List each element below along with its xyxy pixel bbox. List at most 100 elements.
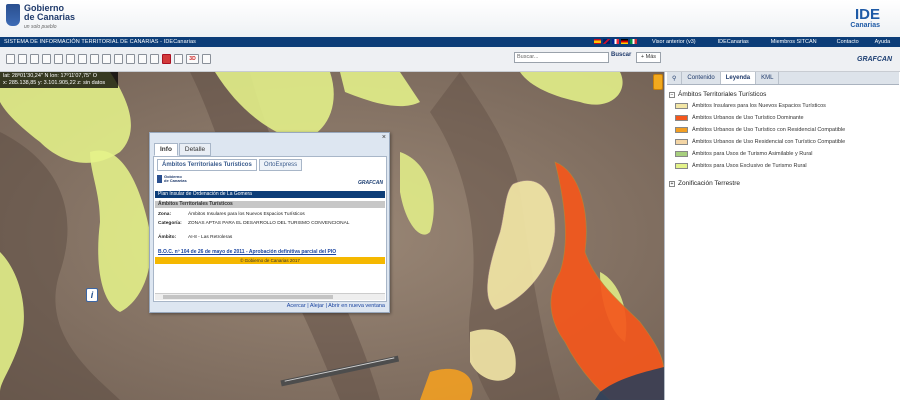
top-navbar: SISTEMA DE INFORMACIÓN TERRITORIAL DE CA… bbox=[0, 37, 900, 47]
nav-link-idecanarias[interactable]: IDECanarias bbox=[714, 39, 753, 45]
ambito-value: AI-8 - Las Retroleras bbox=[188, 235, 233, 240]
more-button[interactable]: + Más bbox=[636, 52, 661, 63]
group-title-ambitos: Ámbitos Territoriales Turísticos bbox=[678, 91, 767, 98]
flag-es-icon[interactable] bbox=[594, 39, 601, 44]
categoria-label: Categoría: bbox=[158, 221, 182, 226]
tab-kml[interactable]: KML bbox=[756, 72, 780, 84]
nav-links: Visor anterior (v3) IDECanarias Miembros… bbox=[648, 39, 894, 45]
subtab-ortoexpress[interactable]: OrtoExpress bbox=[258, 159, 303, 171]
popup-footer-links[interactable]: Acercar | Alejar | Abrir en nueva ventan… bbox=[287, 303, 385, 309]
draw-icon[interactable] bbox=[126, 54, 135, 64]
legend-label: Ámbitos Urbanos de Uso Residencial con T… bbox=[692, 139, 846, 145]
coords-latlon: lat: 28º01'30,24'' N lon: 17º11'07,75'' … bbox=[3, 73, 98, 79]
zona-value: Ámbitos Insulares para los Nuevos Espaci… bbox=[188, 212, 305, 217]
tab-info[interactable]: Info bbox=[154, 143, 178, 156]
pan-hand-icon[interactable] bbox=[42, 54, 51, 64]
legend-label: Ámbitos para Usos de Turismo Asimilable … bbox=[692, 151, 813, 157]
prev-view-icon[interactable] bbox=[66, 54, 75, 64]
map-toolbar: 3D bbox=[0, 47, 900, 72]
zona-label: Zona: bbox=[158, 212, 172, 217]
copyright-bar: © Gobierno de Canarias 2017 bbox=[155, 257, 385, 264]
row-zona: Zona: Ámbitos Insulares para los Nuevos … bbox=[158, 212, 305, 217]
legend-group-ambitos[interactable]: − Ámbitos Territoriales Turísticos bbox=[669, 91, 766, 98]
popup-subtabs: Ámbitos Territoriales Turísticos OrtoExp… bbox=[157, 159, 304, 171]
print-icon[interactable] bbox=[138, 54, 147, 64]
feature-info-popup: × Info Detalle Ámbitos Territoriales Tur… bbox=[149, 132, 390, 313]
tab-detalle[interactable]: Detalle bbox=[178, 143, 212, 156]
nav-link-ayuda[interactable]: Ayuda bbox=[871, 39, 895, 45]
share-icon[interactable] bbox=[202, 54, 211, 64]
legend-item: Ámbitos Urbanos de Uso Turístico con Res… bbox=[675, 127, 845, 133]
legend-item: Ámbitos Urbanos de Uso Residencial con T… bbox=[675, 139, 845, 145]
ide-logo-main: IDE bbox=[854, 6, 880, 23]
legend-label: Ámbitos Urbanos de Uso Turístico Dominan… bbox=[692, 115, 804, 121]
side-panel: ⚲ Contenido Leyenda KML − Ámbitos Territ… bbox=[664, 72, 900, 400]
nav-link-miembros[interactable]: Miembros SITCAN bbox=[767, 39, 821, 45]
legend-item: Ámbitos Urbanos de Uso Turístico Dominan… bbox=[675, 115, 804, 121]
coords-xyz: x: 285.138,85 y: 3.101.905,22 z: sin dat… bbox=[3, 80, 106, 86]
search-input[interactable]: Buscar... bbox=[514, 52, 609, 63]
zoom-in-icon[interactable] bbox=[18, 54, 27, 64]
info-marker-icon[interactable]: i bbox=[86, 288, 98, 302]
boc-link[interactable]: B.O.C. nº 104 de 26 de mayo de 2011 - Ap… bbox=[158, 249, 336, 255]
legend-item: Ámbitos para Usos de Turismo Asimilable … bbox=[675, 151, 812, 157]
popup-shield-icon bbox=[157, 175, 162, 183]
legend-swatch bbox=[675, 163, 688, 169]
next-view-icon[interactable] bbox=[78, 54, 87, 64]
flag-fr-icon[interactable] bbox=[612, 39, 619, 44]
print-doc-icon[interactable] bbox=[174, 54, 183, 64]
popup-grafcan-logo: GRAFCAN bbox=[358, 180, 383, 186]
gobierno-logo[interactable]: Gobierno de Canarias un solo pueblo bbox=[6, 4, 75, 30]
logo-line2: de Canarias bbox=[24, 12, 76, 22]
pegman-icon[interactable] bbox=[653, 74, 663, 90]
measure-area-icon[interactable] bbox=[102, 54, 111, 64]
categoria-value: ZONAS APTAS PARA EL DESARROLLO DEL TURIS… bbox=[188, 221, 350, 226]
collapse-icon[interactable]: − bbox=[669, 91, 675, 98]
grafcan-logo: GRAFCAN bbox=[857, 56, 892, 63]
legend-swatch bbox=[675, 103, 688, 109]
subtab-ambitos[interactable]: Ámbitos Territoriales Turísticos bbox=[157, 159, 257, 171]
row-ambito: Ámbito: AI-8 - Las Retroleras bbox=[158, 235, 232, 240]
legend-swatch bbox=[675, 151, 688, 157]
system-title: SISTEMA DE INFORMACIÓN TERRITORIAL DE CA… bbox=[4, 39, 197, 45]
view-3d-icon[interactable]: 3D bbox=[186, 54, 199, 64]
popup-tabs: Info Detalle bbox=[154, 143, 212, 156]
row-categoria: Categoría: ZONAS APTAS PARA EL DESARROLL… bbox=[158, 221, 349, 226]
flag-it-icon[interactable] bbox=[630, 39, 637, 44]
zoom-full-icon[interactable] bbox=[6, 54, 15, 64]
flag-en-icon[interactable] bbox=[603, 39, 610, 44]
language-flags bbox=[594, 39, 637, 44]
search-button[interactable]: Buscar bbox=[611, 52, 631, 58]
tab-contenido[interactable]: Contenido bbox=[682, 72, 721, 84]
location-icon[interactable] bbox=[162, 54, 171, 64]
scroll-thumb[interactable] bbox=[163, 295, 333, 299]
group-title-zonificacion: Zonificación Terrestre bbox=[678, 180, 741, 187]
legend-group-zonificacion[interactable]: + Zonificación Terrestre bbox=[669, 180, 740, 187]
profile-icon[interactable] bbox=[114, 54, 123, 64]
expand-icon[interactable]: + bbox=[669, 180, 675, 187]
logo-tagline: un solo pueblo bbox=[24, 24, 57, 30]
ide-logo-sub: Canarias bbox=[850, 22, 880, 29]
legend-swatch bbox=[675, 127, 688, 133]
popup-logo-line2: de Canarias bbox=[164, 178, 187, 183]
nav-link-contacto[interactable]: Contacto bbox=[833, 39, 863, 45]
ide-canarias-logo[interactable]: IDE Canarias bbox=[850, 7, 880, 29]
nav-link-visor-anterior[interactable]: Visor anterior (v3) bbox=[648, 39, 700, 45]
measure-line-icon[interactable] bbox=[90, 54, 99, 64]
legend-label: Ámbitos Insulares para los Nuevos Espaci… bbox=[692, 103, 826, 109]
canarias-shield-icon bbox=[6, 4, 20, 26]
legend-label: Ámbitos Urbanos de Uso Turístico con Res… bbox=[692, 127, 846, 133]
flag-de-icon[interactable] bbox=[621, 39, 628, 44]
map-tools: 3D bbox=[6, 54, 211, 64]
layers-icon[interactable] bbox=[150, 54, 159, 64]
info-tool-icon[interactable] bbox=[54, 54, 63, 64]
close-icon[interactable]: × bbox=[382, 134, 386, 141]
legend-item: Ámbitos Insulares para los Nuevos Espaci… bbox=[675, 103, 826, 109]
tab-leyenda[interactable]: Leyenda bbox=[720, 72, 757, 84]
page-header: Gobierno de Canarias un solo pueblo IDE … bbox=[0, 0, 900, 37]
horizontal-scrollbar[interactable] bbox=[155, 293, 385, 300]
zoom-out-icon[interactable] bbox=[30, 54, 39, 64]
legend-item: Ámbitos para Usos Exclusivo de Turismo R… bbox=[675, 163, 807, 169]
search-icon[interactable]: ⚲ bbox=[667, 72, 683, 84]
legend-label: Ámbitos para Usos Exclusivo de Turismo R… bbox=[692, 163, 807, 169]
